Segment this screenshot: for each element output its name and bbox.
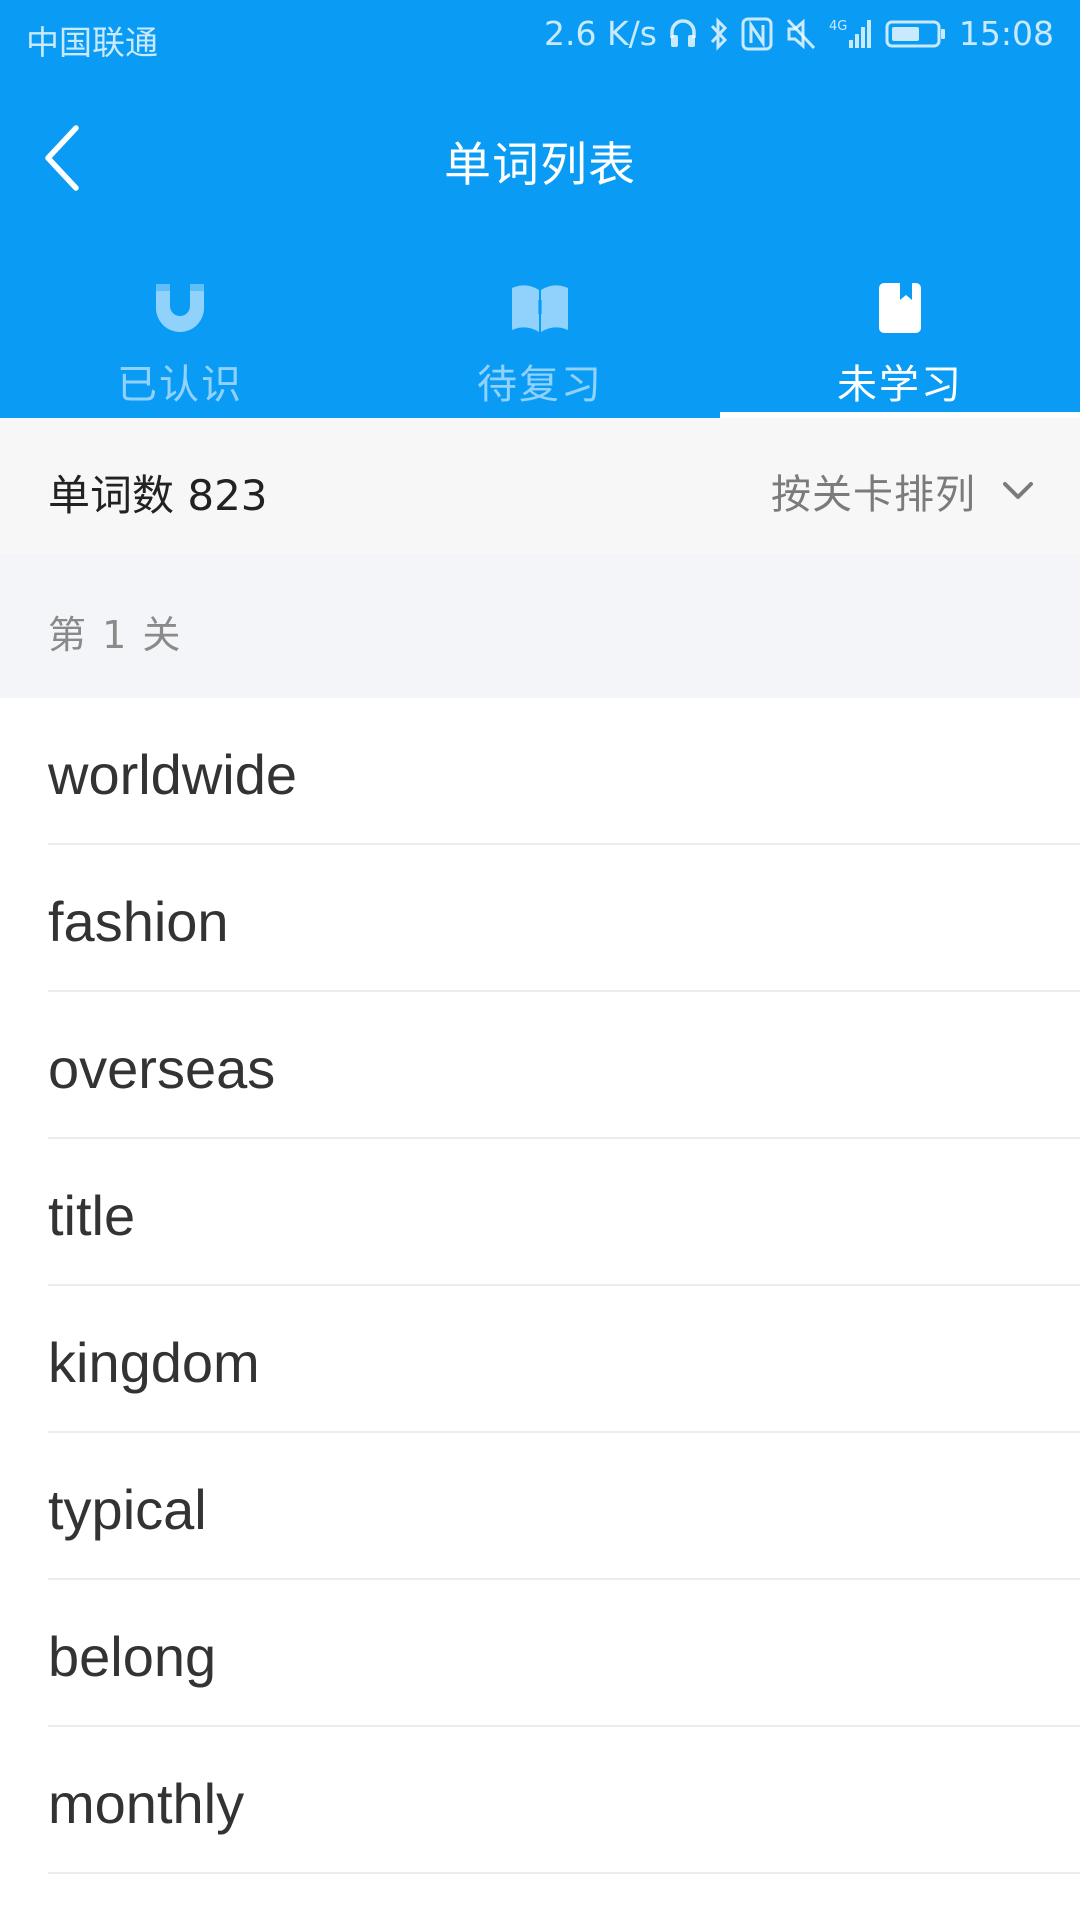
tab-unlearned[interactable]: 未学习 — [720, 240, 1080, 418]
list-item[interactable]: belong — [0, 1580, 1080, 1727]
chevron-down-icon — [1000, 476, 1036, 506]
word-text: kingdom — [48, 1331, 260, 1394]
bluetooth-icon — [709, 16, 729, 52]
word-text: overseas — [48, 1037, 276, 1100]
list-item[interactable]: typical — [0, 1433, 1080, 1580]
section-title: 第 1 关 — [48, 613, 183, 657]
word-text: fashion — [48, 890, 229, 953]
header: 中国联通 2.6 K/s 4G 15:08 单词列表 已认识 待复习 未学习 — [0, 0, 1080, 418]
mute-icon — [785, 16, 817, 52]
status-bar: 中国联通 2.6 K/s 4G 15:08 — [0, 0, 1080, 76]
list-item[interactable]: monthly — [0, 1727, 1080, 1874]
divider — [48, 1872, 1080, 1874]
tab-known-label: 已认识 — [117, 362, 243, 408]
word-text: belong — [48, 1625, 217, 1688]
open-book-icon — [510, 280, 570, 336]
carrier-name: 中国联通 — [26, 23, 158, 62]
sort-dropdown[interactable]: 按关卡排列 — [771, 462, 1036, 520]
word-list-screen: 中国联通 2.6 K/s 4G 15:08 单词列表 已认识 待复习 未学习 单… — [0, 0, 1080, 1920]
tab-bar: 已认识 待复习 未学习 — [0, 240, 1080, 418]
word-list: worldwide fashion overseas title kingdom… — [0, 698, 1080, 1874]
headphones-icon — [669, 16, 697, 52]
nfc-icon — [741, 16, 773, 52]
navigation-bar: 单词列表 — [0, 76, 1080, 240]
status-indicators: 2.6 K/s 4G 15:08 — [544, 14, 1054, 54]
list-item[interactable]: title — [0, 1139, 1080, 1286]
battery-icon — [885, 16, 947, 52]
tab-unlearned-label: 未学习 — [837, 362, 963, 408]
list-item[interactable]: overseas — [0, 992, 1080, 1139]
section-header: 第 1 关 — [0, 554, 1080, 698]
status-time: 15:08 — [958, 14, 1054, 53]
bookmark-icon — [870, 280, 930, 336]
tab-known[interactable]: 已认识 — [0, 240, 360, 418]
word-text: worldwide — [48, 743, 297, 806]
list-item[interactable]: worldwide — [0, 698, 1080, 845]
sort-label: 按关卡排列 — [771, 472, 976, 518]
list-item[interactable]: fashion — [0, 845, 1080, 992]
network-speed: 2.6 K/s — [543, 14, 657, 53]
word-text: monthly — [48, 1772, 245, 1835]
word-text: title — [48, 1184, 136, 1247]
summary-bar: 单词数 823 按关卡排列 — [0, 418, 1080, 554]
tab-review-label: 待复习 — [477, 362, 603, 408]
list-item[interactable]: kingdom — [0, 1286, 1080, 1433]
tab-review[interactable]: 待复习 — [360, 240, 720, 418]
svg-text:4G: 4G — [829, 19, 847, 34]
word-count: 单词数 823 — [48, 471, 268, 520]
magnet-icon — [150, 280, 210, 336]
page-title: 单词列表 — [444, 138, 636, 193]
signal-4g-icon: 4G — [829, 16, 873, 52]
word-text: typical — [48, 1478, 207, 1541]
